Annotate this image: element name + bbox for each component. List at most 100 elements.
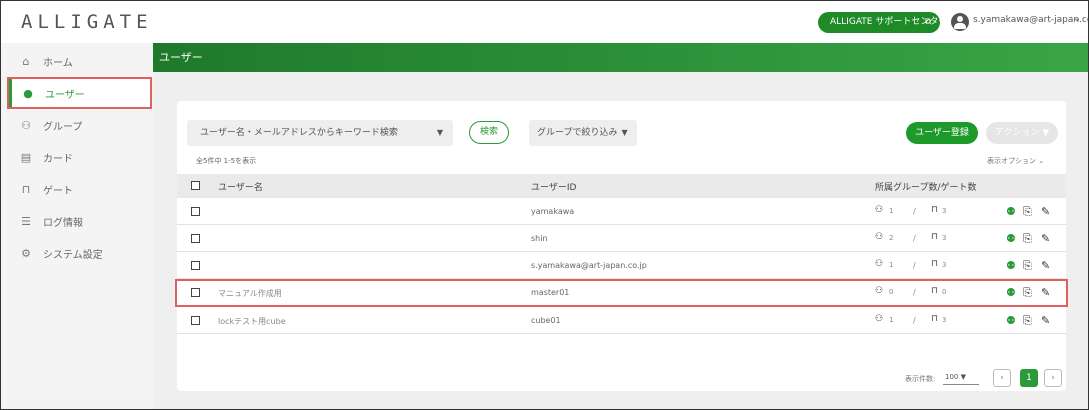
sidebar-item-label: ユーザー: [45, 89, 85, 101]
per-page-select[interactable]: 100 ▼: [943, 369, 979, 385]
caret-down-icon: ▼: [958, 373, 966, 381]
chevron-down-icon[interactable]: ⌄: [1073, 13, 1081, 24]
gate-count-icon: ⊓: [931, 314, 939, 324]
row-checkbox[interactable]: [191, 316, 200, 325]
next-page-button[interactable]: ›: [1044, 369, 1062, 387]
search-button[interactable]: 検索: [469, 121, 509, 144]
edit-icon[interactable]: ✎: [1041, 205, 1050, 218]
caret-down-icon: ▼: [436, 128, 443, 137]
group-count-icon: ⚇: [875, 286, 884, 296]
table-row[interactable]: shin ⚇ 2 / ⊓ 3 ⚉ ⎘ ✎: [177, 225, 1066, 252]
separator: /: [913, 261, 916, 270]
sidebar-item-settings[interactable]: ⚙ システム設定: [7, 237, 152, 269]
assign-group-icon[interactable]: ⚉: [1006, 205, 1016, 218]
per-page-label: 表示件数:: [905, 375, 936, 383]
caret-down-icon: ▼: [1039, 128, 1050, 138]
prev-page-button[interactable]: ‹: [993, 369, 1011, 387]
user-list-card: ユーザー名・メールアドレスからキーワード検索 ▼ 検索 グループで絞り込み ▼ ユ…: [175, 101, 1068, 391]
assign-gate-icon[interactable]: ⎘: [1023, 232, 1032, 246]
group-icon: ⚇: [21, 118, 31, 132]
table-row[interactable]: lockテスト用cube cube01 ⚇ 1 / ⊓ 3 ⚉ ⎘ ✎: [177, 307, 1066, 334]
separator: /: [913, 316, 916, 325]
group-count: 1: [889, 207, 894, 215]
group-count: 1: [889, 316, 894, 324]
separator: /: [913, 234, 916, 243]
result-count: 全5件中 1-5を表示: [196, 157, 257, 165]
table-header: ユーザー名 ユーザーID 所属グループ数/ゲート数: [177, 174, 1066, 198]
table-row[interactable]: s.yamakawa@art-japan.co.jp ⚇ 1 / ⊓ 3 ⚉ ⎘…: [177, 252, 1066, 279]
row-checkbox[interactable]: [191, 207, 200, 216]
user-name[interactable]: マニュアル作成用: [218, 288, 282, 299]
sidebar-item-label: ログ情報: [43, 217, 83, 229]
top-bar: ALLIGATE ALLIGATE サポートセンター ⧉ s.yamakawa@…: [1, 1, 1088, 43]
gate-icon: ⊓: [21, 182, 31, 196]
account-email[interactable]: s.yamakawa@art-japan.co.jp: [973, 15, 1088, 25]
home-icon: ⌂: [22, 54, 30, 68]
edit-icon[interactable]: ✎: [1041, 314, 1050, 327]
gate-count-icon: ⊓: [931, 205, 939, 215]
account-icon[interactable]: [951, 13, 969, 31]
sidebar-item-logs[interactable]: ☰ ログ情報: [7, 205, 152, 237]
sidebar-item-label: ゲート: [43, 185, 73, 197]
gate-count-icon: ⊓: [931, 232, 939, 242]
sidebar-item-gates[interactable]: ⊓ ゲート: [7, 173, 152, 205]
user-name[interactable]: lockテスト用cube: [218, 316, 286, 327]
chevron-down-icon: ⌄: [1036, 157, 1045, 165]
group-count: 2: [889, 234, 894, 242]
group-count-icon: ⚇: [875, 259, 884, 269]
display-options-label: 表示オプション: [987, 157, 1036, 165]
separator: /: [913, 207, 916, 216]
user-id: cube01: [531, 316, 561, 325]
column-header-user-id[interactable]: ユーザーID: [531, 180, 576, 193]
assign-group-icon[interactable]: ⚉: [1006, 259, 1016, 272]
user-id: shin: [531, 234, 548, 243]
assign-gate-icon[interactable]: ⎘: [1023, 314, 1032, 328]
app-window: ALLIGATE ALLIGATE サポートセンター ⧉ s.yamakawa@…: [0, 0, 1089, 410]
search-placeholder: ユーザー名・メールアドレスからキーワード検索: [200, 128, 398, 138]
sidebar-item-users[interactable]: ● ユーザー: [7, 77, 152, 109]
row-checkbox[interactable]: [191, 288, 200, 297]
support-center-button[interactable]: ALLIGATE サポートセンター ⧉: [818, 12, 947, 33]
sidebar-item-home[interactable]: ⌂ ホーム: [7, 45, 152, 77]
row-checkbox[interactable]: [191, 261, 200, 270]
separator: /: [913, 288, 916, 297]
sidebar-item-label: システム設定: [43, 249, 103, 261]
gate-count-icon: ⊓: [931, 286, 939, 296]
app-logo[interactable]: ALLIGATE: [21, 11, 153, 33]
page-button-current[interactable]: 1: [1020, 369, 1038, 387]
edit-icon[interactable]: ✎: [1041, 259, 1050, 272]
search-input[interactable]: ユーザー名・メールアドレスからキーワード検索 ▼: [187, 120, 453, 146]
group-count: 1: [889, 261, 894, 269]
edit-icon[interactable]: ✎: [1041, 286, 1050, 299]
column-header-groups-gates[interactable]: 所属グループ数/ゲート数: [875, 180, 977, 193]
assign-group-icon[interactable]: ⚉: [1006, 232, 1016, 245]
sidebar-item-label: ホーム: [43, 57, 73, 69]
action-menu-label: アクション: [994, 128, 1040, 138]
edit-icon[interactable]: ✎: [1041, 232, 1050, 245]
display-options-link[interactable]: 表示オプション ⌄: [987, 156, 1044, 166]
external-link-icon: ⧉: [924, 17, 931, 27]
assign-gate-icon[interactable]: ⎘: [1023, 286, 1032, 300]
sidebar-item-cards[interactable]: ▤ カード: [7, 141, 152, 173]
assign-gate-icon[interactable]: ⎘: [1023, 259, 1032, 273]
table-row[interactable]: yamakawa ⚇ 1 / ⊓ 3 ⚉ ⎘ ✎: [177, 198, 1066, 225]
row-checkbox[interactable]: [191, 234, 200, 243]
sidebar-item-label: カード: [43, 153, 73, 165]
assign-group-icon[interactable]: ⚉: [1006, 314, 1016, 327]
gate-count-icon: ⊓: [931, 259, 939, 269]
gate-count: 3: [942, 234, 947, 242]
card-icon: ▤: [20, 150, 32, 164]
register-user-button[interactable]: ユーザー登録: [906, 122, 978, 144]
page-title: ユーザー: [153, 43, 1088, 72]
select-all-checkbox[interactable]: [191, 181, 200, 190]
assign-group-icon[interactable]: ⚉: [1006, 286, 1016, 299]
column-header-name[interactable]: ユーザー名: [218, 180, 263, 193]
assign-gate-icon[interactable]: ⎘: [1023, 205, 1032, 219]
action-menu-button[interactable]: アクション ▼: [986, 122, 1058, 144]
group-count-icon: ⚇: [875, 232, 884, 242]
group-filter-select[interactable]: グループで絞り込み ▼: [529, 120, 637, 146]
sidebar-item-groups[interactable]: ⚇ グループ: [7, 109, 152, 141]
group-count-icon: ⚇: [875, 314, 884, 324]
table-row[interactable]: マニュアル作成用 master01 ⚇ 0 / ⊓ 0 ⚉ ⎘ ✎: [175, 279, 1068, 307]
gate-count: 3: [942, 207, 947, 215]
